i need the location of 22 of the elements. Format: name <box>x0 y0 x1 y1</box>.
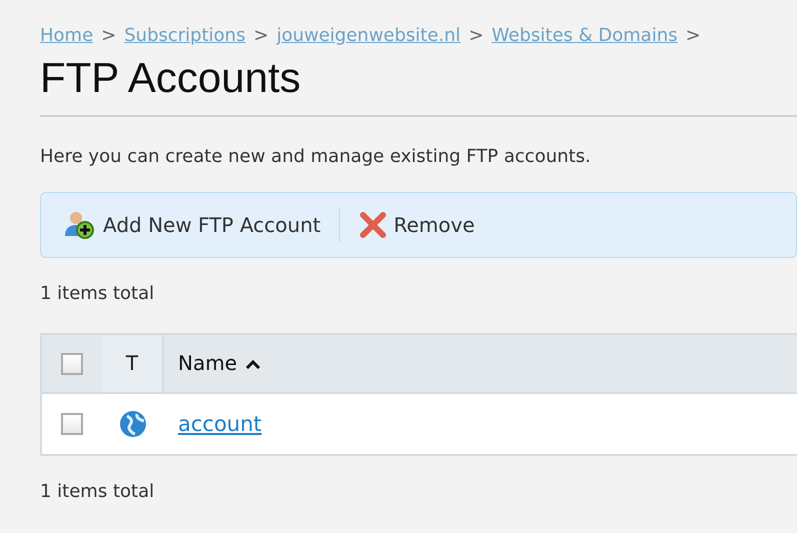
close-icon <box>358 210 388 240</box>
breadcrumb-separator: > <box>686 24 701 48</box>
checkbox[interactable] <box>61 413 83 436</box>
add-account-button[interactable]: Add New FTP Account <box>59 206 325 244</box>
column-header[interactable]: T <box>126 348 138 380</box>
items-count: 1 items total <box>40 282 156 306</box>
items-count: 1 items total <box>40 480 156 504</box>
page-title: FTP Accounts <box>40 53 302 103</box>
breadcrumb-link[interactable]: Home <box>40 22 94 49</box>
account-name-link[interactable]: account <box>178 408 262 440</box>
column-header[interactable]: Name <box>178 348 238 380</box>
globe-icon <box>119 410 147 438</box>
breadcrumb-separator: > <box>101 24 116 48</box>
breadcrumb-link[interactable]: jouweigenwebsite.nl <box>276 22 461 49</box>
breadcrumb-link[interactable]: Subscriptions <box>124 22 246 49</box>
breadcrumb-separator: > <box>253 24 269 48</box>
user-add-icon <box>63 210 97 240</box>
checkbox[interactable] <box>61 352 83 375</box>
description-text: Here you can create new and manage existing FTP accounts. <box>40 145 592 170</box>
breadcrumb-link[interactable]: Websites & Domains <box>492 22 678 49</box>
breadcrumb-separator: > <box>468 24 484 48</box>
remove-button[interactable]: Remove <box>354 206 479 244</box>
